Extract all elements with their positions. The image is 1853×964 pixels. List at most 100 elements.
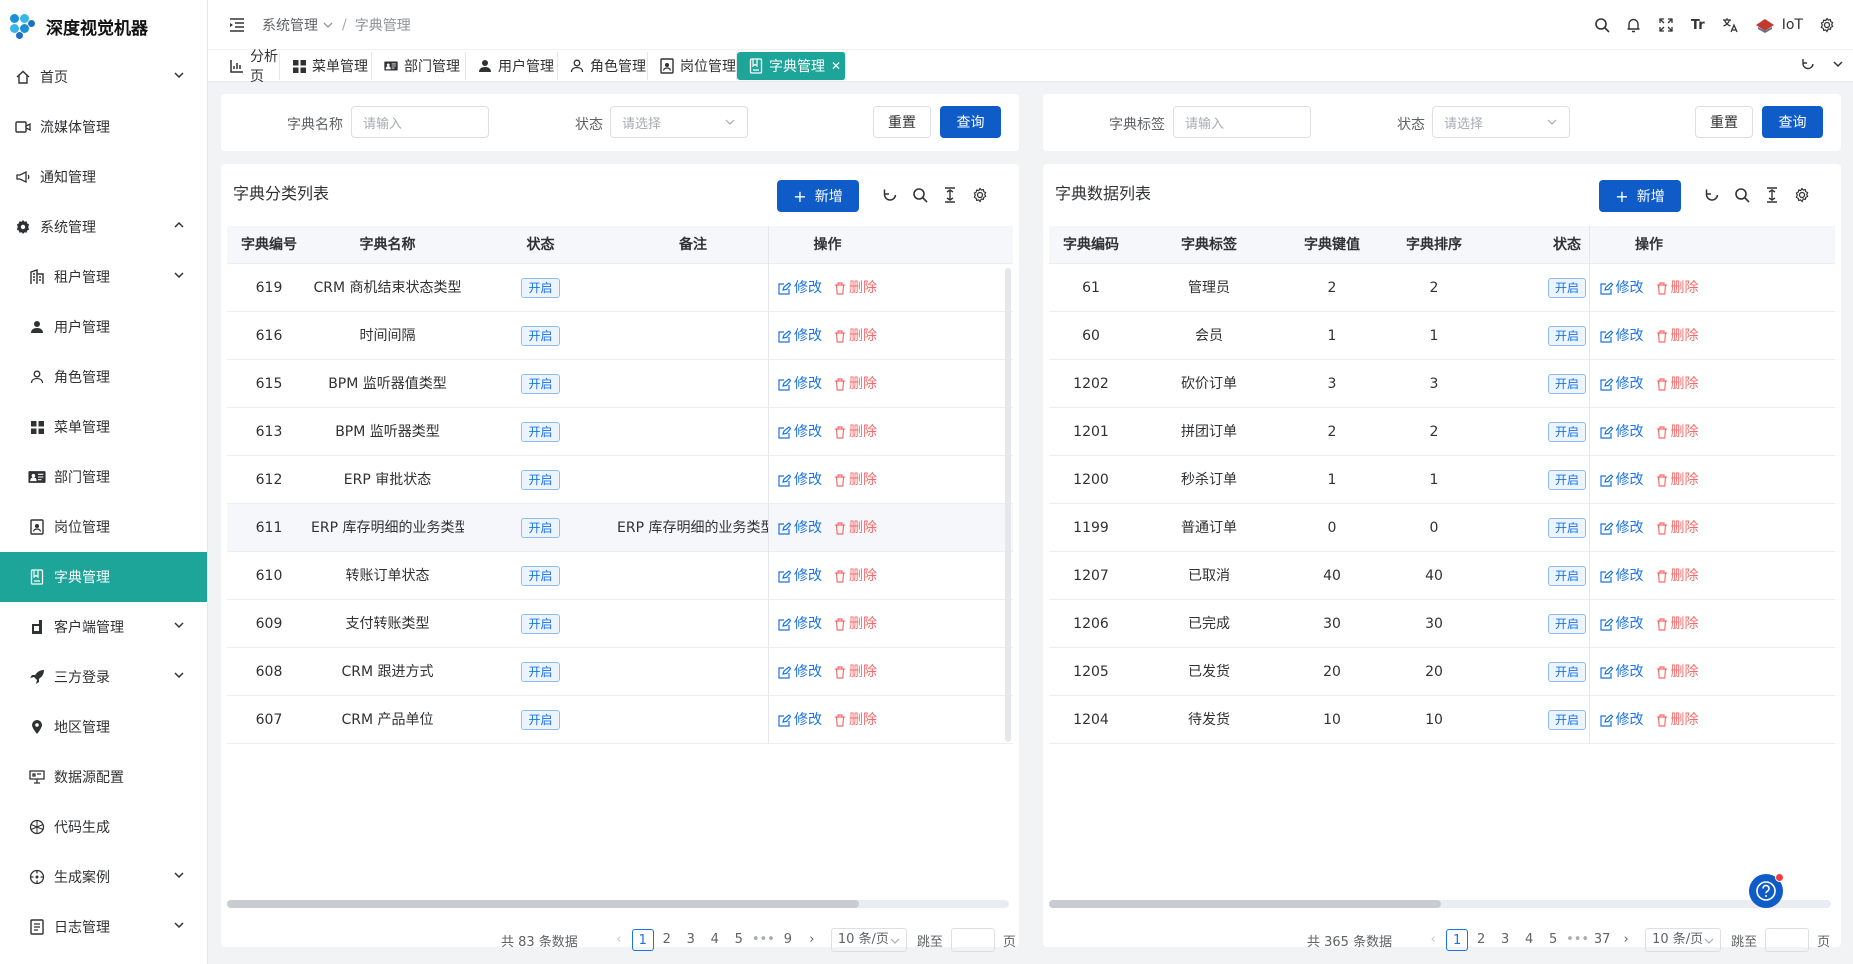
- search-button[interactable]: 查询: [940, 106, 1001, 138]
- sidebar-item-17[interactable]: 日志管理: [0, 902, 207, 952]
- table-row[interactable]: 616 时间间隔 开启 修改 删除: [227, 312, 1013, 360]
- delete-button[interactable]: 删除: [834, 600, 877, 648]
- sidebar-item-0[interactable]: 首页: [0, 52, 207, 102]
- delete-button[interactable]: 删除: [834, 360, 877, 408]
- column-header[interactable]: 字典标签: [1133, 226, 1285, 264]
- search-icon[interactable]: [1727, 180, 1757, 210]
- sidebar-item-10[interactable]: 字典管理: [0, 552, 207, 602]
- delete-button[interactable]: 删除: [834, 264, 877, 312]
- tab-5[interactable]: 岗位管理: [648, 52, 737, 80]
- tab-6[interactable]: 字典管理 ✕: [737, 52, 846, 80]
- pagination-page[interactable]: 1: [631, 929, 654, 951]
- table-row[interactable]: 1201 拼团订单 2 2 开启 修改 删除: [1049, 408, 1835, 456]
- edit-button[interactable]: 修改: [778, 408, 822, 456]
- table-row[interactable]: 613 BPM 监听器类型 开启 修改 删除: [227, 408, 1013, 456]
- jump-page-input[interactable]: [1765, 928, 1810, 952]
- table-row[interactable]: 611 ERP 库存明细的业务类型 开启 ERP 库存明细的业务类型 修改 删除: [227, 504, 1013, 552]
- sidebar-item-11[interactable]: 客户端管理: [0, 602, 207, 652]
- edit-button[interactable]: 修改: [778, 360, 822, 408]
- table-row[interactable]: 1202 砍价订单 3 3 开启 修改 删除: [1049, 360, 1835, 408]
- sidebar-item-6[interactable]: 角色管理: [0, 352, 207, 402]
- pagination-page[interactable]: 5: [728, 929, 750, 951]
- sidebar-item-12[interactable]: 三方登录: [0, 652, 207, 702]
- table-row[interactable]: 1205 已发货 20 20 开启 修改 删除: [1049, 648, 1835, 696]
- delete-button[interactable]: 删除: [1656, 456, 1699, 504]
- delete-button[interactable]: 删除: [1656, 504, 1699, 552]
- column-header[interactable]: 字典名称: [311, 226, 464, 264]
- reset-button[interactable]: 重置: [873, 106, 931, 138]
- add-dict-data-button[interactable]: + 新增: [1599, 180, 1681, 212]
- table-row[interactable]: 612 ERP 审批状态 开启 修改 删除: [227, 456, 1013, 504]
- pagination-page[interactable]: 37: [1591, 929, 1613, 951]
- refresh-icon[interactable]: [1697, 180, 1727, 210]
- sidebar-item-7[interactable]: 菜单管理: [0, 402, 207, 452]
- sidebar-item-1[interactable]: 流媒体管理: [0, 102, 207, 152]
- horizontal-scrollbar[interactable]: [1049, 900, 1831, 908]
- pagination-prev-icon[interactable]: ‹: [1422, 929, 1444, 951]
- edit-button[interactable]: 修改: [778, 552, 822, 600]
- column-header[interactable]: 操作: [768, 226, 887, 264]
- edit-button[interactable]: 修改: [1599, 264, 1644, 312]
- column-height-icon[interactable]: [935, 180, 965, 210]
- jump-page-input[interactable]: [950, 928, 995, 952]
- sidebar-item-4[interactable]: 租户管理: [0, 252, 207, 302]
- pagination-page[interactable]: 1: [1446, 929, 1469, 951]
- pagination-page[interactable]: 9: [777, 929, 799, 951]
- delete-button[interactable]: 删除: [834, 456, 877, 504]
- pagination-page[interactable]: 4: [704, 929, 726, 951]
- table-row[interactable]: 1207 已取消 40 40 开启 修改 删除: [1049, 552, 1835, 600]
- tabs-dropdown-icon[interactable]: [1823, 58, 1853, 74]
- dict-label-input[interactable]: 请输入: [1173, 106, 1311, 138]
- table-row[interactable]: 607 CRM 产品单位 开启 修改 删除: [227, 696, 1013, 744]
- horizontal-scrollbar[interactable]: [227, 900, 1009, 908]
- delete-button[interactable]: 删除: [1656, 696, 1699, 744]
- reset-button[interactable]: 重置: [1695, 106, 1753, 138]
- edit-button[interactable]: 修改: [778, 312, 822, 360]
- delete-button[interactable]: 删除: [1656, 552, 1699, 600]
- table-row[interactable]: 1200 秒杀订单 1 1 开启 修改 删除: [1049, 456, 1835, 504]
- bell-icon[interactable]: [1618, 9, 1650, 41]
- delete-button[interactable]: 删除: [834, 504, 877, 552]
- delete-button[interactable]: 删除: [834, 408, 877, 456]
- column-height-icon[interactable]: [1757, 180, 1787, 210]
- pagination-page[interactable]: 3: [1494, 929, 1516, 951]
- search-button[interactable]: 查询: [1762, 106, 1823, 138]
- pagination-page[interactable]: 4: [1518, 929, 1540, 951]
- sidebar-item-15[interactable]: 代码生成: [0, 802, 207, 852]
- sidebar-item-16[interactable]: 生成案例: [0, 852, 207, 902]
- font-size-icon[interactable]: Tr: [1682, 9, 1714, 41]
- sidebar-item-14[interactable]: 数据源配置: [0, 752, 207, 802]
- app-logo[interactable]: 深度视觉机器: [0, 0, 207, 52]
- edit-button[interactable]: 修改: [1599, 456, 1644, 504]
- dict-data-status-select[interactable]: 请选择: [1432, 106, 1570, 138]
- refresh-icon[interactable]: [1793, 57, 1823, 75]
- tab-1[interactable]: 菜单管理: [280, 52, 372, 80]
- edit-button[interactable]: 修改: [1599, 504, 1644, 552]
- delete-button[interactable]: 删除: [834, 552, 877, 600]
- edit-button[interactable]: 修改: [778, 600, 822, 648]
- sidebar-item-5[interactable]: 用户管理: [0, 302, 207, 352]
- delete-button[interactable]: 删除: [834, 696, 877, 744]
- fullscreen-icon[interactable]: [1650, 9, 1682, 41]
- column-header[interactable]: 字典编号: [227, 226, 311, 264]
- dict-name-input[interactable]: 请输入: [351, 106, 489, 138]
- gear-icon[interactable]: [1787, 180, 1817, 210]
- page-size-select[interactable]: 10 条/页: [830, 928, 907, 952]
- column-header[interactable]: 状态: [464, 226, 617, 264]
- column-header[interactable]: 字典编码: [1049, 226, 1133, 264]
- table-row[interactable]: 610 转账订单状态 开启 修改 删除: [227, 552, 1013, 600]
- sidebar-item-2[interactable]: 通知管理: [0, 152, 207, 202]
- pagination-page[interactable]: •••: [1566, 929, 1589, 951]
- table-row[interactable]: 61 管理员 2 2 开启 修改 删除: [1049, 264, 1835, 312]
- table-row[interactable]: 609 支付转账类型 开启 修改 删除: [227, 600, 1013, 648]
- edit-button[interactable]: 修改: [778, 696, 822, 744]
- breadcrumb-item-system[interactable]: 系统管理: [262, 15, 318, 35]
- edit-button[interactable]: 修改: [778, 504, 822, 552]
- settings-gear-icon[interactable]: [1811, 9, 1843, 41]
- edit-button[interactable]: 修改: [778, 648, 822, 696]
- sidebar-item-9[interactable]: 岗位管理: [0, 502, 207, 552]
- pagination-page[interactable]: 2: [1470, 929, 1492, 951]
- edit-button[interactable]: 修改: [1599, 648, 1644, 696]
- edit-button[interactable]: 修改: [1599, 696, 1644, 744]
- pagination-page[interactable]: 2: [656, 929, 678, 951]
